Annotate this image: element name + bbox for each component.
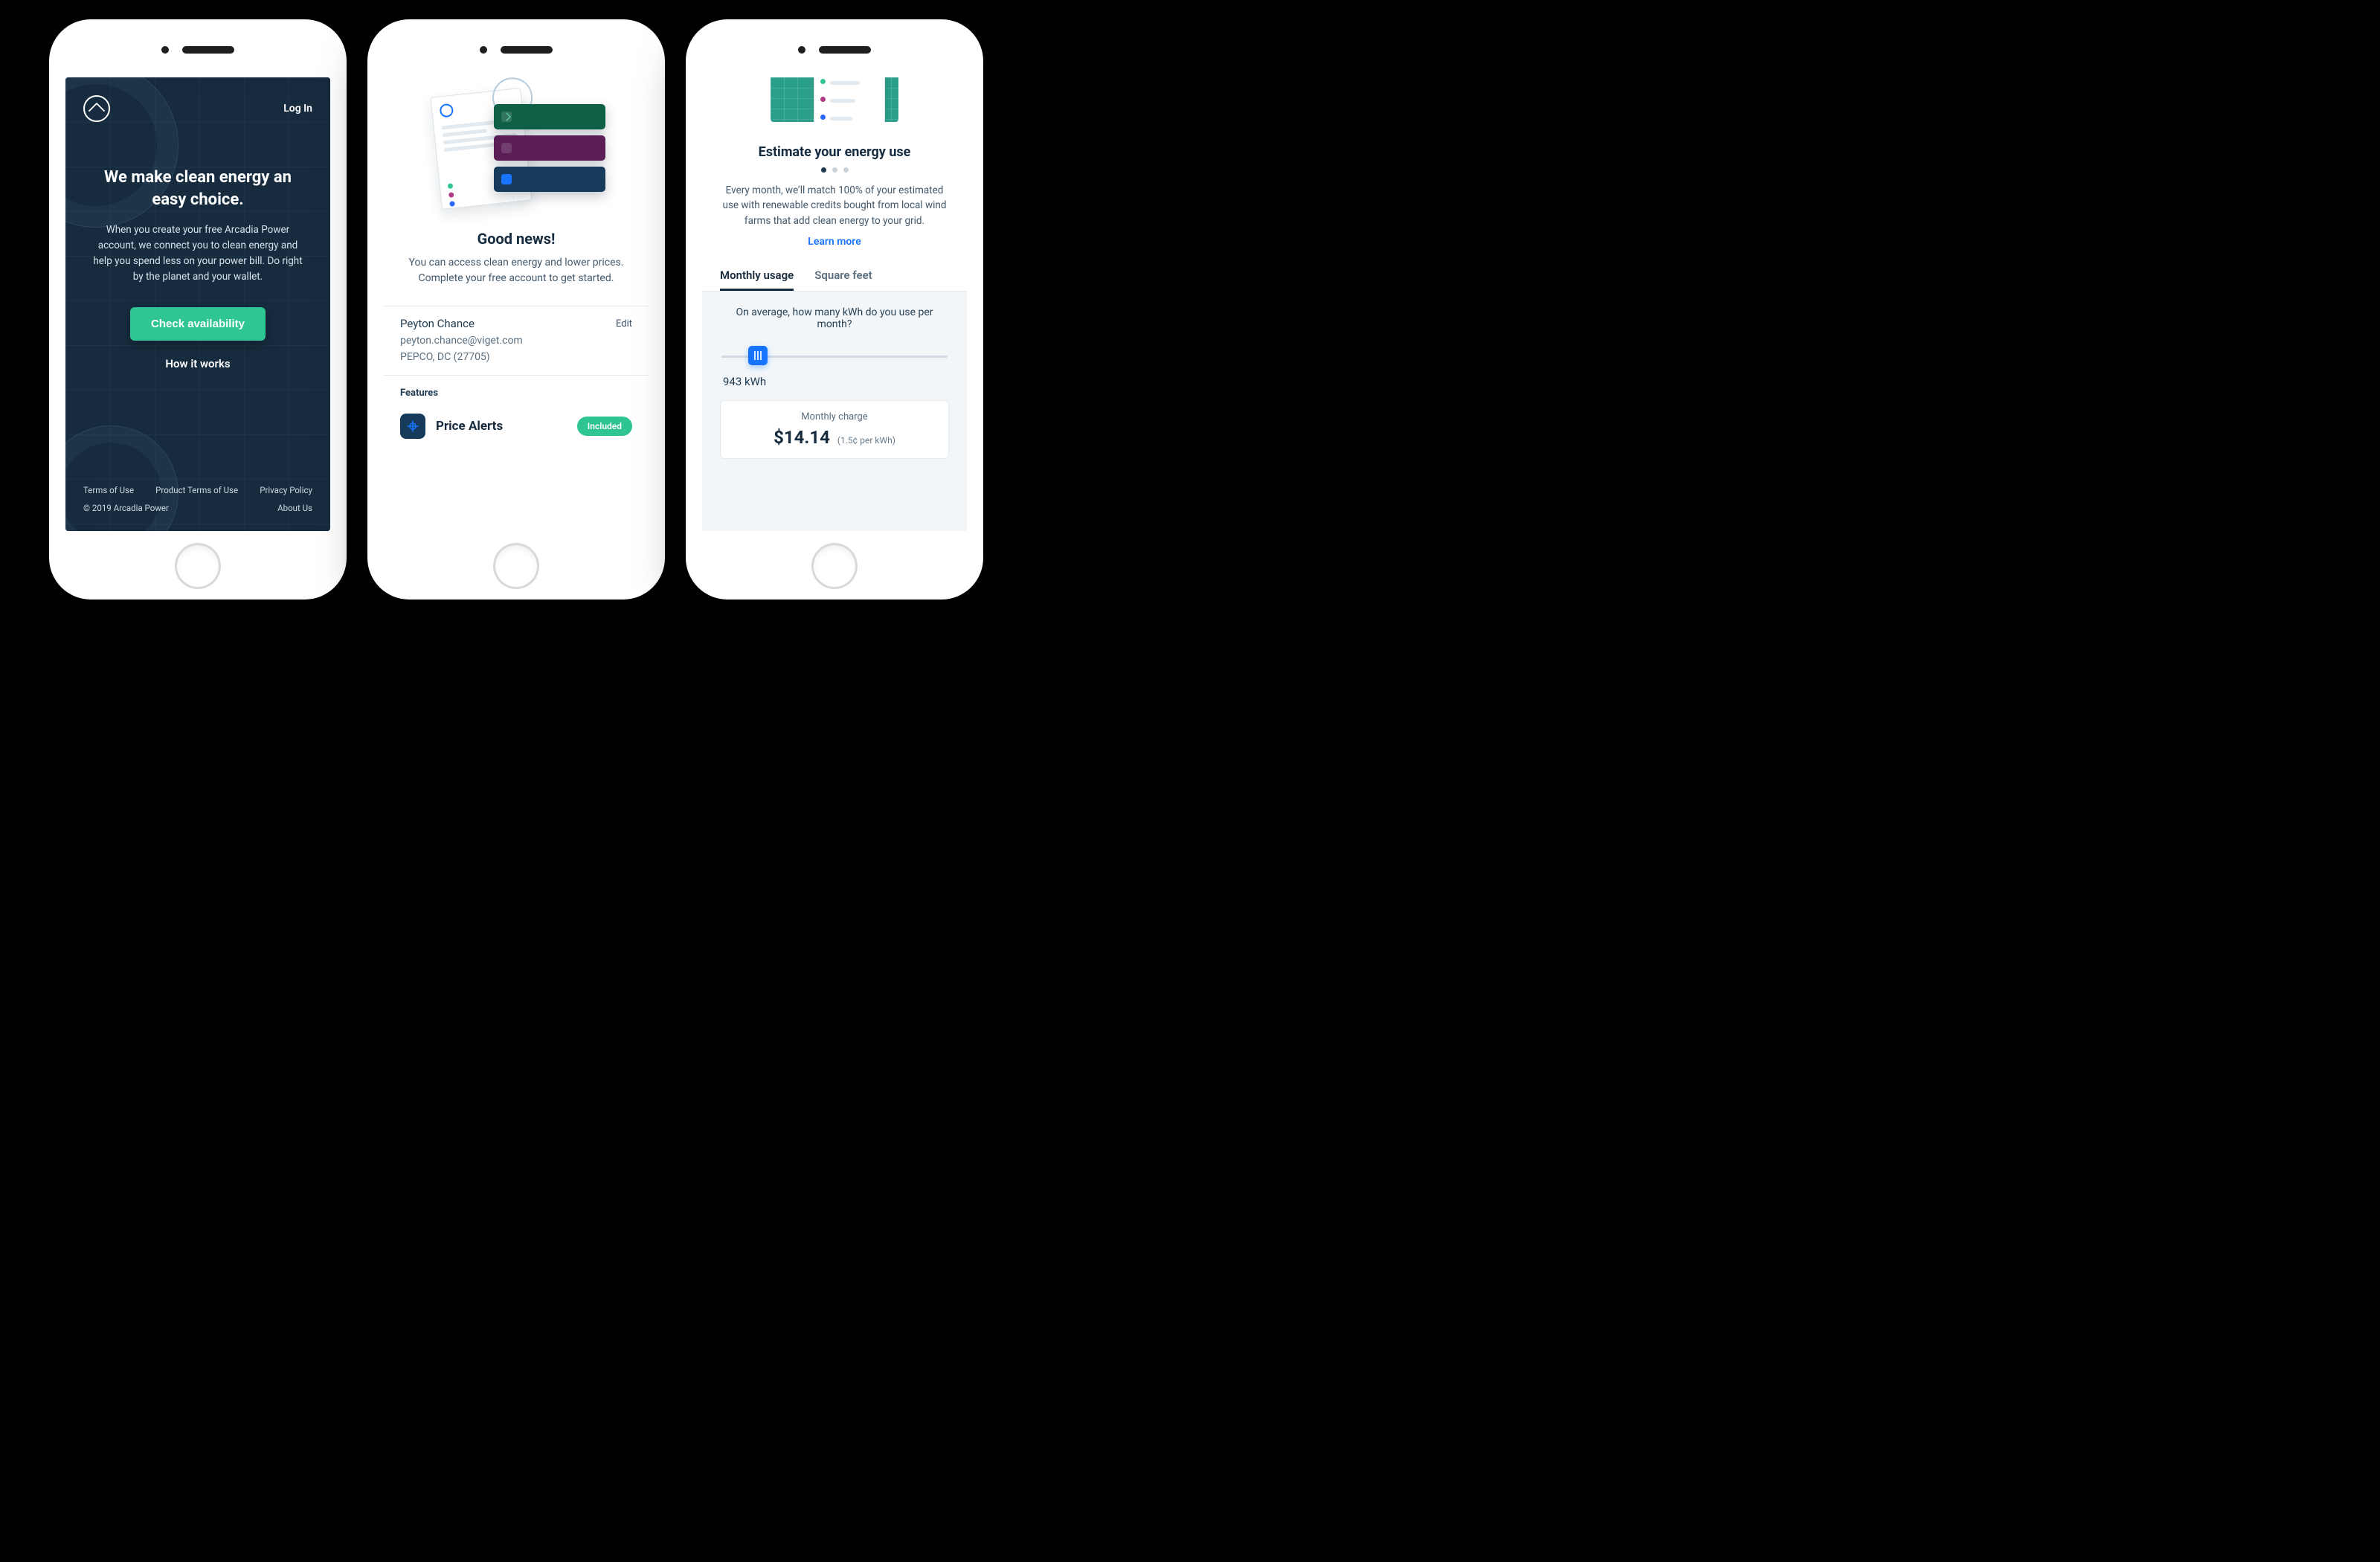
home-button-icon[interactable]: [811, 543, 858, 589]
product-terms-link[interactable]: Product Terms of Use: [155, 485, 238, 495]
usage-panel: On average, how many kWh do you use per …: [702, 292, 967, 531]
usage-value: 943 kWh: [723, 375, 949, 388]
check-availability-button[interactable]: Check availability: [130, 307, 266, 341]
pager-dot-3[interactable]: [843, 167, 849, 173]
phone-landing: Log In We make clean energy an easy choi…: [49, 19, 347, 600]
phone-good-news: Good news! You can access clean energy a…: [367, 19, 665, 600]
tab-square-feet[interactable]: Square feet: [814, 261, 872, 291]
how-it-works-link[interactable]: How it works: [83, 357, 312, 370]
phone-speaker: [161, 46, 234, 54]
hero-illustration: [384, 77, 649, 222]
features-heading: Features: [384, 376, 649, 408]
hero-graphic: [702, 77, 967, 131]
copyright: © 2019 Arcadia Power: [83, 503, 169, 513]
home-button-icon[interactable]: [175, 543, 221, 589]
about-link[interactable]: About Us: [277, 503, 312, 513]
learn-more-link[interactable]: Learn more: [702, 236, 967, 248]
grid-tile-icon: [771, 77, 898, 122]
account-email: peyton.chance@viget.com: [400, 335, 632, 347]
feature-name: Price Alerts: [436, 419, 503, 434]
estimate-body: Every month, we’ll match 100% of your es…: [718, 183, 951, 228]
account-utility: PEPCO, DC (27705): [400, 351, 632, 363]
landing-screen: Log In We make clean energy an easy choi…: [65, 77, 330, 531]
usage-slider[interactable]: [721, 347, 948, 364]
footer: Terms of Use Product Terms of Use Privac…: [83, 485, 312, 513]
tab-monthly-usage[interactable]: Monthly usage: [720, 261, 794, 291]
pager-dot-2[interactable]: [832, 167, 837, 173]
tabs: Monthly usage Square feet: [702, 261, 967, 292]
home-button-icon[interactable]: [493, 543, 539, 589]
three-phone-mockup: Log In We make clean energy an easy choi…: [0, 0, 1016, 669]
charge-rate: (1.5¢ per kWh): [837, 435, 895, 446]
phone-estimate: Estimate your energy use Every month, we…: [686, 19, 983, 600]
price-alerts-icon: [400, 414, 425, 439]
pager-dot-1[interactable]: [821, 167, 826, 173]
hero-title: We make clean energy an easy choice.: [89, 167, 306, 210]
phone-speaker: [480, 46, 553, 54]
usage-question: On average, how many kWh do you use per …: [720, 306, 949, 330]
included-badge: Included: [577, 417, 632, 436]
hero-body: When you create your free Arcadia Power …: [89, 222, 306, 285]
terms-link[interactable]: Terms of Use: [83, 485, 134, 495]
feature-row-price-alerts[interactable]: Price Alerts Included: [384, 408, 649, 452]
estimate-title: Estimate your energy use: [702, 144, 967, 160]
brand-logo-icon: [83, 95, 110, 122]
monthly-charge-card: Monthly charge $14.14 (1.5¢ per kWh): [720, 400, 949, 459]
charge-amount: $14.14: [774, 427, 830, 448]
account-summary: Edit Peyton Chance peyton.chance@viget.c…: [384, 306, 649, 375]
edit-account-link[interactable]: Edit: [616, 318, 632, 330]
charge-label: Monthly charge: [734, 411, 935, 422]
estimate-screen: Estimate your energy use Every month, we…: [702, 77, 967, 531]
good-news-screen: Good news! You can access clean energy a…: [384, 77, 649, 531]
pager-dots[interactable]: [702, 167, 967, 173]
account-name: Peyton Chance: [400, 317, 632, 330]
good-news-body: You can access clean energy and lower pr…: [405, 255, 628, 286]
login-link[interactable]: Log In: [283, 103, 312, 115]
good-news-title: Good news!: [384, 230, 649, 248]
phone-speaker: [798, 46, 871, 54]
privacy-link[interactable]: Privacy Policy: [260, 485, 312, 495]
slider-thumb[interactable]: [748, 346, 768, 365]
